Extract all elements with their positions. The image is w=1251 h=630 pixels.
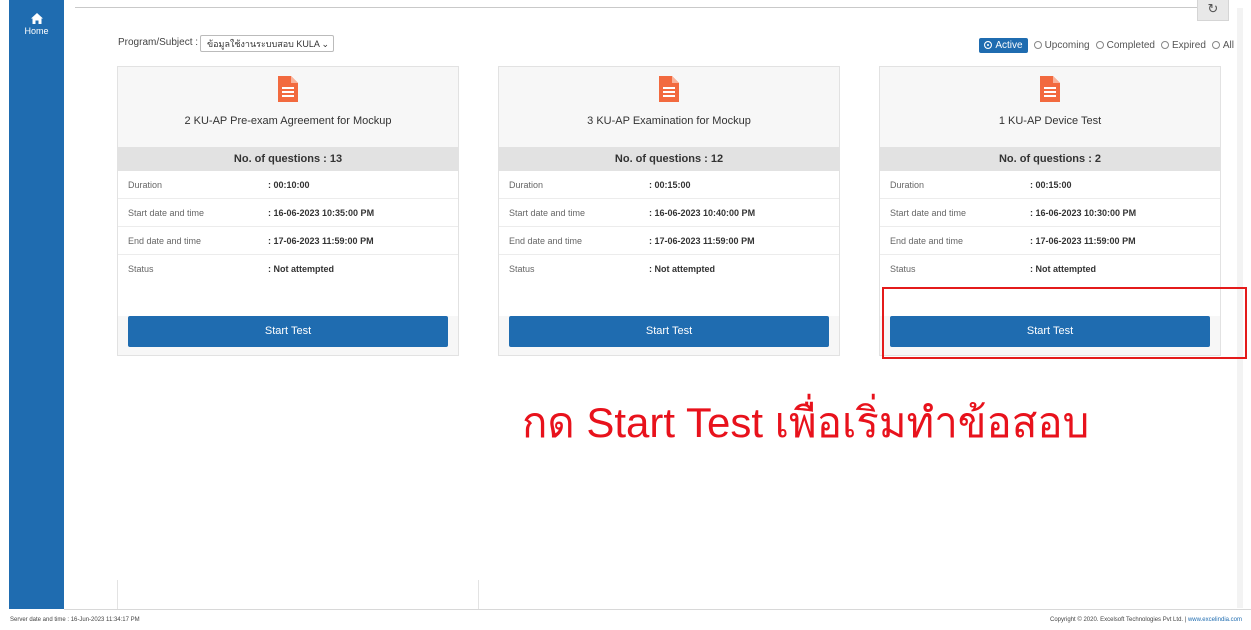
detail-value: : Not attempted	[1030, 263, 1096, 274]
card-title: 2 KU-AP Pre-exam Agreement for Mockup	[184, 115, 392, 127]
detail-label: End date and time	[509, 235, 583, 246]
server-time: Server date and time : 16-Jun-2023 11:34…	[10, 617, 140, 623]
company-link[interactable]: www.excelindia.com	[1188, 617, 1242, 623]
detail-label: Status	[890, 263, 916, 274]
radio-icon	[1211, 41, 1220, 49]
card-spacer	[118, 282, 458, 316]
filter-label: Completed	[1106, 39, 1155, 51]
home-icon	[30, 13, 43, 24]
filter-expired[interactable]: Expired	[1160, 39, 1206, 51]
document-icon	[1040, 76, 1060, 102]
question-count: No. of questions : 2	[880, 147, 1220, 171]
card-details: Duration : 00:10:00 Start date and time …	[118, 171, 458, 316]
detail-value: : Not attempted	[268, 263, 334, 274]
filter-upcoming[interactable]: Upcoming	[1033, 39, 1090, 51]
filter-label: Active	[995, 39, 1023, 51]
radio-icon	[1095, 41, 1104, 49]
filter-label: Upcoming	[1044, 39, 1090, 51]
detail-row-end: End date and time : 17-06-2023 11:59:00 …	[880, 227, 1220, 255]
document-icon	[659, 76, 679, 102]
column-divider	[117, 580, 118, 609]
detail-label: Start date and time	[890, 207, 967, 218]
detail-row-status: Status : Not attempted	[880, 255, 1220, 282]
detail-row-start: Start date and time : 16-06-2023 10:30:0…	[880, 199, 1220, 227]
start-test-button[interactable]: Start Test	[509, 316, 829, 347]
home-button[interactable]: Home	[9, 12, 64, 36]
status-filter: Active Upcoming Completed Expired All	[979, 36, 1234, 54]
filter-all[interactable]: All	[1211, 39, 1234, 51]
radio-icon	[984, 41, 993, 49]
card-title: 3 KU-AP Examination for Mockup	[587, 115, 751, 127]
detail-value: : 17-06-2023 11:59:00 PM	[1030, 235, 1136, 246]
header-divider	[75, 7, 1225, 8]
program-select[interactable]: ข้อมูลใช้งานระบบสอบ KULA ⌄	[200, 35, 334, 52]
detail-value: : 17-06-2023 11:59:00 PM	[268, 235, 374, 246]
detail-label: Start date and time	[509, 207, 586, 218]
detail-row-duration: Duration : 00:15:00	[499, 171, 839, 199]
detail-value: : 16-06-2023 10:40:00 PM	[649, 207, 756, 218]
detail-label: Start date and time	[128, 207, 205, 218]
filter-active[interactable]: Active	[979, 37, 1028, 53]
question-count: No. of questions : 12	[499, 147, 839, 171]
detail-label: Duration	[128, 179, 163, 190]
program-select-value: ข้อมูลใช้งานระบบสอบ KULA	[207, 39, 320, 49]
detail-label: End date and time	[890, 235, 964, 246]
detail-value: : 16-06-2023 10:35:00 PM	[268, 207, 375, 218]
test-card: 3 KU-AP Examination for Mockup No. of qu…	[498, 66, 840, 356]
program-label: Program/Subject :	[118, 37, 199, 48]
chevron-down-icon: ⌄	[321, 39, 329, 49]
card-details: Duration : 00:15:00 Start date and time …	[499, 171, 839, 316]
start-test-button[interactable]: Start Test	[128, 316, 448, 347]
home-label: Home	[24, 26, 49, 36]
radio-icon	[1033, 41, 1042, 49]
question-count: No. of questions : 13	[118, 147, 458, 171]
detail-value: : 17-06-2023 11:59:00 PM	[649, 235, 755, 246]
filter-label: All	[1222, 39, 1234, 51]
refresh-button[interactable]: ↻	[1197, 0, 1229, 21]
detail-value: : 16-06-2023 10:30:00 PM	[1030, 207, 1137, 218]
instruction-annotation: กด Start Test เพื่อเริ่มทำข้อสอบ	[522, 399, 1090, 446]
card-header: 2 KU-AP Pre-exam Agreement for Mockup	[118, 67, 458, 147]
card-spacer	[499, 282, 839, 316]
detail-row-status: Status : Not attempted	[499, 255, 839, 282]
detail-value: : 00:15:00	[1030, 179, 1072, 190]
detail-row-start: Start date and time : 16-06-2023 10:40:0…	[499, 199, 839, 227]
column-divider	[478, 580, 479, 609]
detail-value: : 00:15:00	[649, 179, 691, 190]
footer-divider	[64, 609, 1251, 610]
card-title: 1 KU-AP Device Test	[998, 115, 1102, 127]
detail-label: End date and time	[128, 235, 202, 246]
detail-label: Duration	[890, 179, 925, 190]
filter-completed[interactable]: Completed	[1095, 39, 1155, 51]
detail-value: : Not attempted	[649, 263, 715, 274]
highlight-box	[882, 287, 1247, 359]
card-header: 1 KU-AP Device Test	[880, 67, 1220, 147]
detail-label: Status	[509, 263, 535, 274]
detail-row-start: Start date and time : 16-06-2023 10:35:0…	[118, 199, 458, 227]
detail-label: Status	[128, 263, 154, 274]
detail-row-end: End date and time : 17-06-2023 11:59:00 …	[499, 227, 839, 255]
document-icon	[278, 76, 298, 102]
card-header: 3 KU-AP Examination for Mockup	[499, 67, 839, 147]
sidebar: Home	[9, 0, 64, 609]
filter-label: Expired	[1171, 39, 1206, 51]
detail-row-duration: Duration : 00:15:00	[880, 171, 1220, 199]
detail-row-end: End date and time : 17-06-2023 11:59:00 …	[118, 227, 458, 255]
detail-row-status: Status : Not attempted	[118, 255, 458, 282]
detail-row-duration: Duration : 00:10:00	[118, 171, 458, 199]
refresh-icon: ↻	[1207, 1, 1219, 16]
copyright: Copyright © 2020. Excelsoft Technologies…	[1050, 617, 1242, 623]
detail-value: : 00:10:00	[268, 179, 310, 190]
detail-label: Duration	[509, 179, 544, 190]
radio-icon	[1160, 41, 1169, 49]
copyright-text: Copyright © 2020. Excelsoft Technologies…	[1050, 617, 1188, 623]
test-card: 2 KU-AP Pre-exam Agreement for Mockup No…	[117, 66, 459, 356]
